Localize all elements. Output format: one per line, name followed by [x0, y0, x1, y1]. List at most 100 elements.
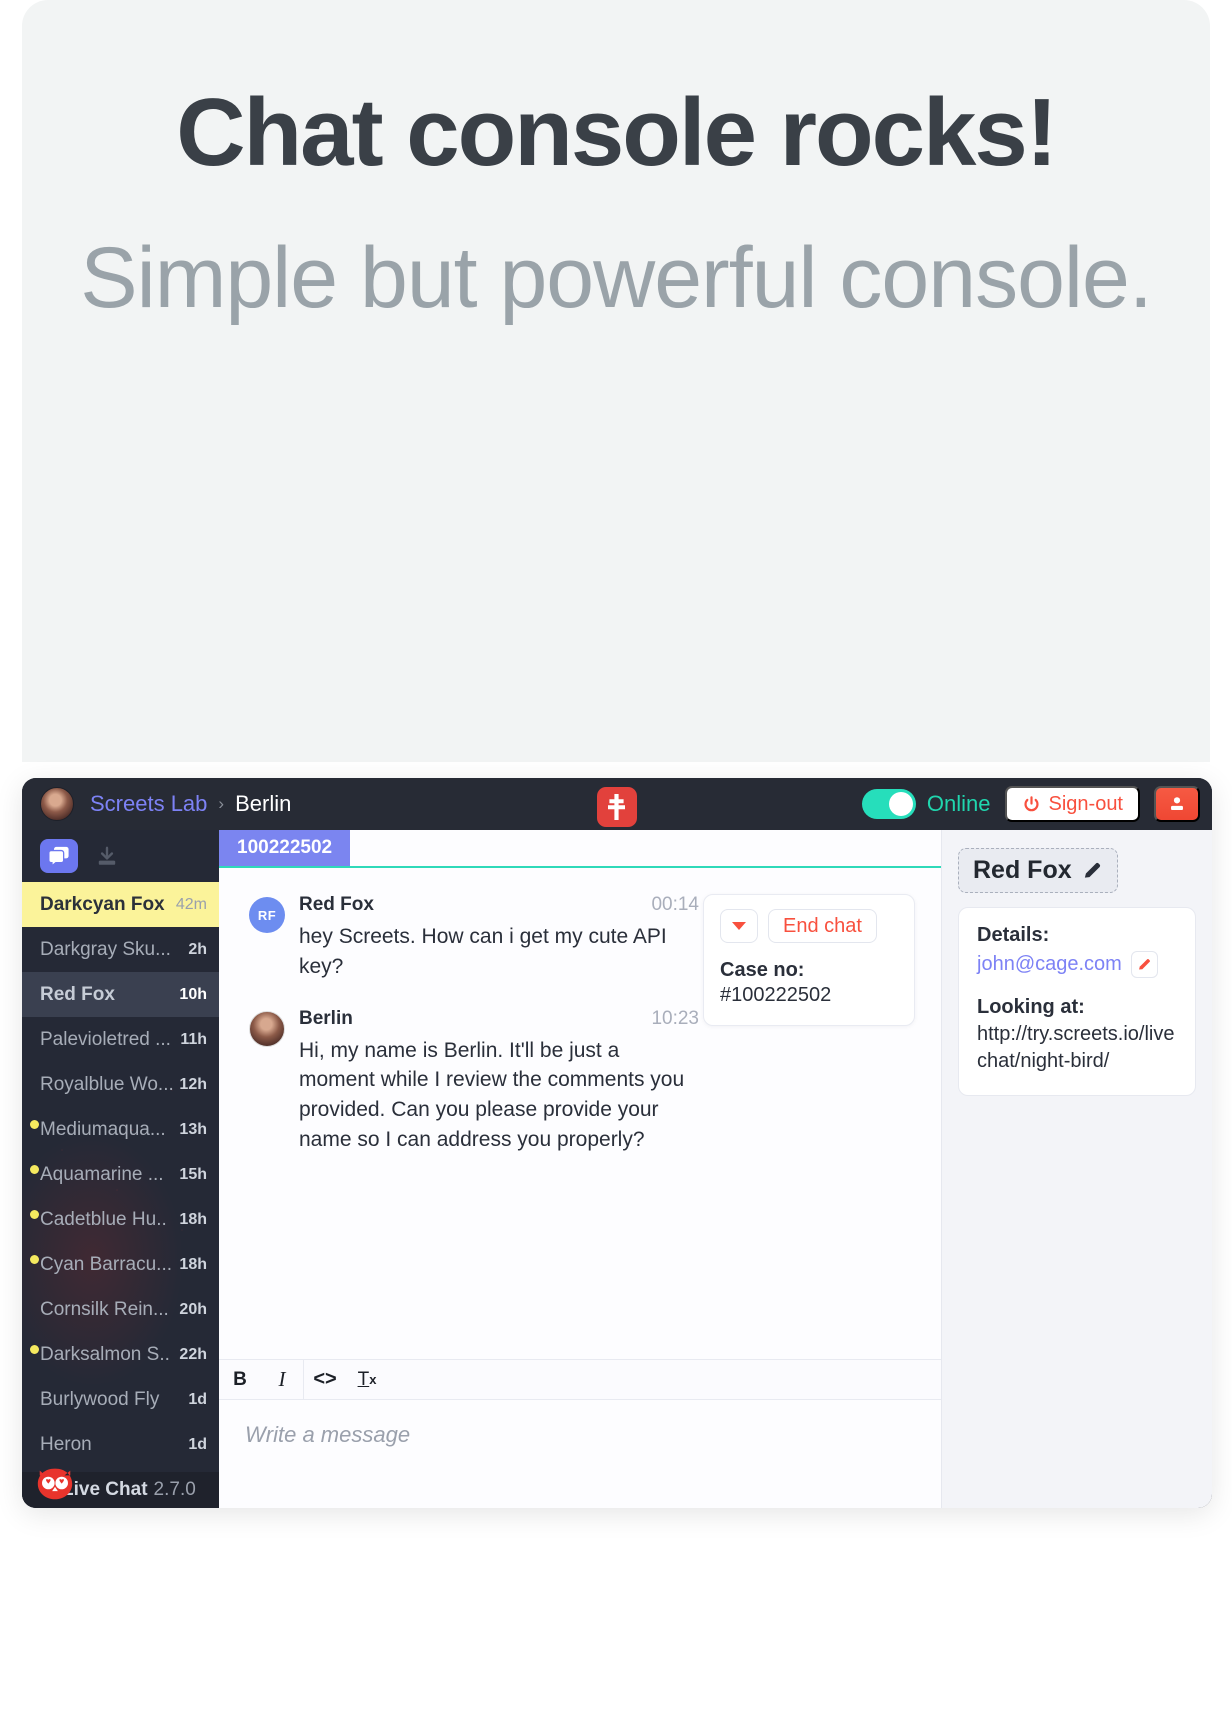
message-time: 00:14 — [651, 894, 699, 915]
unread-dot — [30, 1255, 39, 1264]
conversation-row[interactable]: Burlywood Fly 1d — [22, 1377, 219, 1422]
italic-button[interactable]: I — [261, 1360, 303, 1399]
conversation-time: 13h — [179, 1120, 207, 1138]
app-body: Darkcyan Fox 42m Darkgray Sku... 2h Red Fox 1… — [22, 830, 1212, 1508]
screets-logo-icon[interactable] — [597, 787, 637, 827]
conversation-name: Heron — [40, 1433, 92, 1455]
conversation-list[interactable]: Darkcyan Fox 42m Darkgray Sku... 2h Red Fox 1… — [22, 882, 219, 1472]
visitor-email[interactable]: john@cage.com — [977, 953, 1122, 976]
message-author: Red Fox — [299, 894, 374, 915]
sidebar-icon-bar — [22, 830, 219, 882]
conversation-panel: 100222502 RF Red Fox 00:14 hey Screets. How… — [219, 830, 942, 1508]
conversation-name: Burlywood Fly — [40, 1388, 160, 1410]
conversation-row[interactable]: Royalblue Wo... 12h — [22, 1062, 219, 1107]
edit-email-button[interactable] — [1130, 951, 1158, 978]
topbar-actions: Online Sign-out — [861, 786, 1200, 822]
message-composer: B I <> Tx Write a message — [219, 1359, 941, 1508]
sidebar-inbox-button[interactable] — [88, 839, 126, 873]
conversation-row[interactable]: Darksalmon S.. 22h — [22, 1332, 219, 1377]
conversation-row[interactable]: Darkcyan Fox 42m — [22, 882, 219, 927]
user-add-button[interactable] — [1154, 786, 1200, 822]
breadcrumb-current: Berlin — [235, 791, 292, 816]
unread-dot — [30, 1120, 39, 1129]
message-text: hey Screets. How can i get my cute API k… — [299, 925, 667, 978]
hero-subhead: Simple but powerful console. — [80, 229, 1152, 326]
details-card: Details: john@cage.com Looking at: http:… — [958, 907, 1196, 1096]
visitor-name-chip[interactable]: Red Fox — [958, 848, 1118, 893]
message-input[interactable]: Write a message — [219, 1400, 941, 1508]
breadcrumb-org[interactable]: Screets Lab — [90, 791, 207, 817]
conversation-time: 12h — [179, 1075, 207, 1093]
pencil-icon[interactable] — [1082, 860, 1103, 881]
sign-out-button[interactable]: Sign-out — [1004, 786, 1140, 822]
clear-format-button[interactable]: Tx — [346, 1360, 388, 1399]
message-text: Hi, my name is Berlin. It'll be just a m… — [299, 1038, 685, 1152]
conversation-row[interactable]: Red Fox 10h — [22, 972, 219, 1017]
app-topbar: Screets Lab › Berlin Online Sign-out — [22, 778, 1212, 830]
case-no-value: #100222502 — [720, 984, 832, 1006]
unread-dot — [30, 1210, 39, 1219]
conversation-name: Darksalmon S.. — [40, 1343, 170, 1365]
bold-button[interactable]: B — [219, 1360, 261, 1399]
end-chat-button[interactable]: End chat — [768, 909, 877, 943]
breadcrumb: Screets Lab › Berlin — [90, 791, 291, 817]
unread-dot — [30, 1345, 39, 1354]
visitor-name: Red Fox — [973, 856, 1072, 884]
sidebar: Darkcyan Fox 42m Darkgray Sku... 2h Red Fox 1… — [22, 830, 219, 1508]
inbox-download-icon — [98, 846, 116, 865]
conversation-row[interactable]: Aquamarine ... 15h — [22, 1152, 219, 1197]
owner-avatar[interactable] — [40, 787, 74, 821]
conversation-time: 10h — [179, 985, 207, 1003]
page-root: Chat console rocks! Simple but powerful … — [0, 0, 1232, 1726]
online-status-control[interactable]: Online — [861, 789, 991, 819]
conversation-name: Aquamarine ... — [40, 1163, 164, 1185]
conversation-time: 1d — [188, 1390, 207, 1408]
message-time: 10:23 — [651, 1007, 699, 1029]
pencil-icon — [1138, 959, 1150, 970]
end-chat-card: End chat Case no: #100222502 — [703, 894, 915, 1026]
conversation-row[interactable]: Mediumaqua... 13h — [22, 1107, 219, 1152]
conversation-name: Cyan Barracu... — [40, 1253, 172, 1275]
conversation-name: Cadetblue Hu.. — [40, 1208, 167, 1230]
clear-format-letter: T — [357, 1368, 370, 1390]
user-add-icon — [1171, 797, 1183, 811]
conversation-time: 22h — [179, 1345, 207, 1363]
case-tab-bar: 100222502 — [219, 830, 941, 868]
conversation-name: Darkcyan Fox — [40, 893, 165, 915]
sidebar-footer: Live Chat 2.7.0 — [22, 1468, 219, 1508]
message-body: Red Fox 00:14 hey Screets. How can i get m… — [299, 894, 699, 982]
tab-case-100222502[interactable]: 100222502 — [219, 830, 351, 866]
online-toggle[interactable] — [861, 789, 916, 819]
message-author: Berlin — [299, 1007, 353, 1029]
conversation-name: Cornsilk Rein... — [40, 1298, 169, 1320]
conversation-time: 15h — [179, 1165, 207, 1183]
visitor-email-row: john@cage.com — [977, 951, 1177, 978]
looking-at-label: Looking at: — [977, 996, 1085, 1018]
sidebar-chats-button[interactable] — [40, 839, 78, 873]
message-header: Berlin 10:23 — [299, 1008, 699, 1030]
conversation-name: Mediumaqua... — [40, 1118, 166, 1140]
conversation-time: 20h — [179, 1300, 207, 1318]
conversation-row[interactable]: Darkgray Sku... 2h — [22, 927, 219, 972]
conversation-time: 1d — [188, 1435, 207, 1453]
case-no-label: Case no: — [720, 959, 805, 981]
chevron-right-icon: › — [218, 794, 225, 813]
caret-down-icon[interactable] — [720, 909, 758, 943]
chat-console-window: Screets Lab › Berlin Online Sign-out Dar… — [22, 778, 1212, 1508]
message-body: Berlin 10:23 Hi, my name is Berlin. It'll … — [299, 1008, 699, 1155]
conversation-row[interactable]: Cyan Barracu... 18h — [22, 1242, 219, 1287]
conversation-name: Darkgray Sku... — [40, 938, 171, 960]
message-list: RF Red Fox 00:14 hey Screets. How can i get… — [219, 868, 941, 1359]
owl-logo-icon — [37, 1468, 73, 1500]
power-icon — [1023, 795, 1039, 811]
conversation-row[interactable]: Heron 1d — [22, 1422, 219, 1467]
conversation-row[interactable]: Cadetblue Hu.. 18h — [22, 1197, 219, 1242]
conversation-row[interactable]: Palevioletred ... 11h — [22, 1017, 219, 1062]
product-version: 2.7.0 — [153, 1479, 196, 1500]
conversation-time: 2h — [188, 940, 207, 958]
chats-icon — [48, 846, 69, 867]
conversation-row[interactable]: Cornsilk Rein... 20h — [22, 1287, 219, 1332]
sign-out-label: Sign-out — [1048, 792, 1124, 815]
hero-section: Chat console rocks! Simple but powerful … — [22, 0, 1210, 762]
code-button[interactable]: <> — [304, 1360, 346, 1399]
